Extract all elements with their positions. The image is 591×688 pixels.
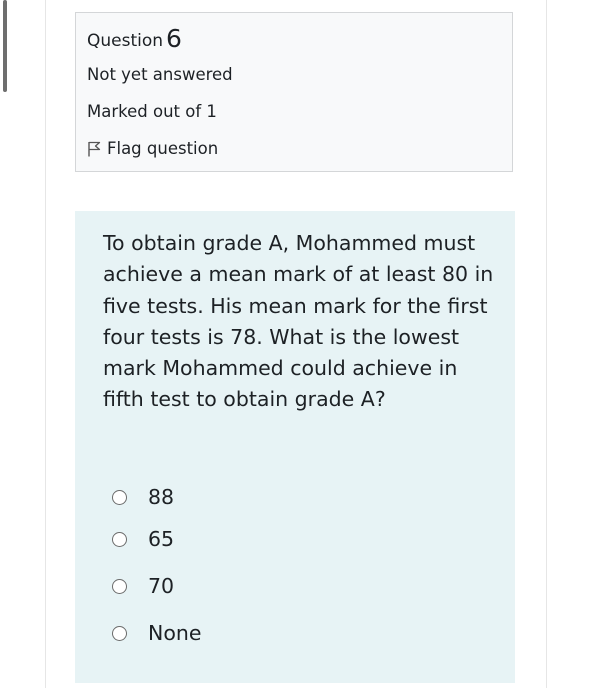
radio-circle-icon[interactable]: [112, 489, 127, 505]
scrollbar[interactable]: [3, 0, 7, 92]
answer-label: 88: [148, 485, 175, 509]
question-number: 6: [166, 24, 182, 53]
answer-label: 70: [148, 574, 175, 598]
radio-circle-icon[interactable]: [112, 578, 127, 594]
question-mark: Marked out of 1: [87, 102, 217, 121]
question-content: To obtain grade A, Mohammed must achieve…: [75, 211, 515, 683]
question-title: Question 6: [87, 24, 182, 53]
radio-circle-icon[interactable]: [112, 531, 127, 547]
question-info-panel: Question 6 Not yet answered Marked out of…: [75, 12, 513, 172]
question-label: Question: [87, 31, 164, 51]
question-text: To obtain grade A, Mohammed must achieve…: [103, 231, 494, 412]
answer-option-65[interactable]: 65: [112, 527, 174, 551]
quiz-page: Question 6 Not yet answered Marked out of…: [0, 0, 591, 688]
answer-option-70[interactable]: 70: [112, 574, 174, 598]
question-status: Not yet answered: [87, 65, 233, 84]
radio-circle-icon[interactable]: [112, 625, 127, 641]
flag-question-label: Flag question: [107, 139, 219, 158]
flag-question-button[interactable]: Flag question: [87, 139, 218, 158]
flag-icon: [88, 141, 101, 156]
answer-option-88[interactable]: 88: [112, 485, 174, 509]
answer-label: None: [148, 621, 202, 645]
answer-label: 65: [148, 527, 175, 551]
answer-option-none[interactable]: None: [112, 621, 201, 645]
